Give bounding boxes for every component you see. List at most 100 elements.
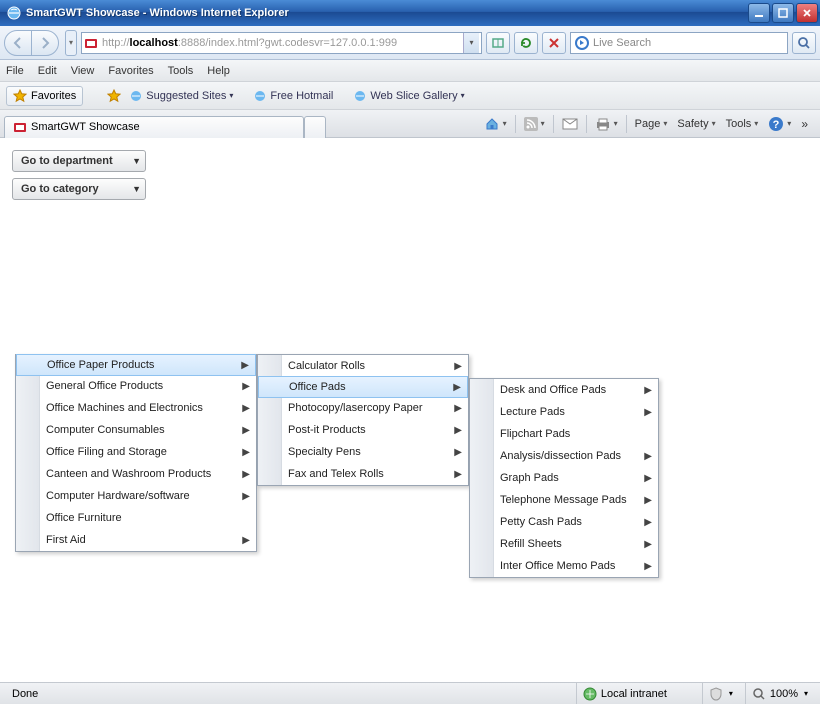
- menu-file[interactable]: File: [6, 65, 24, 77]
- print-button[interactable]: ▾: [591, 115, 622, 133]
- menu-item-label: Specialty Pens: [288, 446, 361, 458]
- search-box[interactable]: Live Search: [570, 32, 788, 54]
- compat-view-button[interactable]: [486, 32, 510, 54]
- page-menu[interactable]: Page▾: [631, 116, 672, 132]
- menu-item-pettycash-pads[interactable]: Petty Cash Pads▶: [470, 511, 658, 533]
- menu-item-memo-pads[interactable]: Inter Office Memo Pads▶: [470, 555, 658, 577]
- menu-item-office-machines[interactable]: Office Machines and Electronics▶: [16, 397, 256, 419]
- safety-menu[interactable]: Safety▾: [673, 116, 719, 132]
- menu-item-label: First Aid: [46, 534, 86, 546]
- rss-icon: [524, 117, 538, 131]
- ie-icon: [6, 5, 22, 21]
- category-menu: Office Paper Products ▶ General Office Pr…: [15, 354, 257, 552]
- url-host: localhost: [130, 37, 178, 49]
- menu-item-flipchart-pads[interactable]: Flipchart Pads: [470, 423, 658, 445]
- menu-view[interactable]: View: [71, 65, 95, 77]
- zoom-pane[interactable]: 100% ▾: [745, 683, 814, 704]
- menu-tools[interactable]: Tools: [168, 65, 194, 77]
- menu-item-label: Office Machines and Electronics: [46, 402, 203, 414]
- feeds-button[interactable]: ▾: [520, 115, 549, 133]
- menu-item-fax-rolls[interactable]: Fax and Telex Rolls▶: [258, 463, 468, 485]
- menu-item-furniture[interactable]: Office Furniture: [16, 507, 256, 529]
- menu-item-office-filing[interactable]: Office Filing and Storage▶: [16, 441, 256, 463]
- refresh-button[interactable]: [514, 32, 538, 54]
- web-slice-label: Web Slice Gallery: [370, 90, 457, 102]
- favorites-button[interactable]: Favorites: [6, 86, 83, 106]
- menu-item-label: Office Paper Products: [47, 359, 154, 371]
- menu-item-analysis-pads[interactable]: Analysis/dissection Pads▶: [470, 445, 658, 467]
- chevron-right-icon: ▶: [644, 451, 652, 462]
- menu-item-label: Graph Pads: [500, 472, 559, 484]
- menu-edit[interactable]: Edit: [38, 65, 57, 77]
- read-mail-button[interactable]: [558, 116, 582, 132]
- svg-text:?: ?: [773, 119, 780, 131]
- nav-history-dropdown[interactable]: ▾: [65, 30, 77, 56]
- status-text: Done: [12, 688, 38, 700]
- maximize-button[interactable]: [772, 3, 794, 23]
- chevron-right-icon: ▶: [454, 361, 462, 372]
- menu-item-hardware[interactable]: Computer Hardware/software▶: [16, 485, 256, 507]
- menu-item-photocopy[interactable]: Photocopy/lasercopy Paper▶: [258, 397, 468, 419]
- zone-label: Local intranet: [601, 688, 667, 700]
- back-button[interactable]: [4, 30, 32, 56]
- status-bar: Done Local intranet ▾ 100% ▾: [0, 682, 820, 704]
- suggested-sites-link[interactable]: Suggested Sites ▾: [129, 89, 233, 103]
- print-icon: [595, 117, 611, 131]
- web-slice-link[interactable]: Web Slice Gallery ▾: [353, 89, 464, 103]
- chevron-down-icon: ▼: [132, 156, 141, 166]
- menu-item-calculator-rolls[interactable]: Calculator Rolls▶: [258, 355, 468, 377]
- page-content: Go to department ▼ Go to category ▼ Offi…: [0, 138, 820, 700]
- category-label: Go to category: [21, 183, 99, 195]
- new-tab-button[interactable]: [304, 116, 326, 138]
- overflow-button[interactable]: »: [797, 117, 812, 131]
- menu-item-first-aid[interactable]: First Aid▶: [16, 529, 256, 551]
- add-favorite-icon[interactable]: [107, 89, 121, 103]
- menu-item-label: Computer Consumables: [46, 424, 165, 436]
- protected-mode-pane[interactable]: ▾: [702, 683, 739, 704]
- command-bar: ▾ ▾ ▾ Page▾ Safety▾ Tools▾ ?▾ »: [480, 114, 816, 134]
- home-button[interactable]: ▾: [480, 114, 511, 134]
- address-bar[interactable]: http://localhost:8888/index.html?gwt.cod…: [81, 32, 482, 54]
- menu-item-lecture-pads[interactable]: Lecture Pads▶: [470, 401, 658, 423]
- category-dropdown[interactable]: Go to category ▼: [12, 178, 146, 200]
- menu-item-refill-sheets[interactable]: Refill Sheets▶: [470, 533, 658, 555]
- minimize-button[interactable]: [748, 3, 770, 23]
- menu-item-label: Canteen and Washroom Products: [46, 468, 211, 480]
- chevron-right-icon: ▶: [242, 447, 250, 458]
- chevron-right-icon: ▶: [242, 425, 250, 436]
- forward-button[interactable]: [31, 30, 59, 56]
- chevron-down-icon: ▾: [229, 91, 233, 100]
- help-button[interactable]: ?▾: [764, 114, 795, 134]
- chevron-right-icon: ▶: [454, 447, 462, 458]
- menu-favorites[interactable]: Favorites: [108, 65, 153, 77]
- menu-item-office-paper[interactable]: Office Paper Products ▶: [16, 354, 256, 376]
- search-button[interactable]: [792, 32, 816, 54]
- chevron-right-icon: ▶: [454, 403, 462, 414]
- menu-bar: File Edit View Favorites Tools Help: [0, 60, 820, 82]
- url-protocol: http://: [102, 37, 130, 49]
- menu-item-canteen[interactable]: Canteen and Washroom Products▶: [16, 463, 256, 485]
- menu-item-desk-office-pads[interactable]: Desk and Office Pads▶: [470, 379, 658, 401]
- menu-item-label: Telephone Message Pads: [500, 494, 627, 506]
- address-dropdown[interactable]: ▾: [463, 33, 479, 53]
- free-hotmail-link[interactable]: Free Hotmail: [253, 89, 333, 103]
- menu-item-graph-pads[interactable]: Graph Pads▶: [470, 467, 658, 489]
- menu-item-telephone-pads[interactable]: Telephone Message Pads ▶: [470, 489, 658, 511]
- menu-item-office-pads[interactable]: Office Pads▶: [258, 376, 468, 398]
- chevron-right-icon: ▶: [644, 495, 652, 506]
- menu-item-general-office[interactable]: General Office Products▶: [16, 375, 256, 397]
- department-dropdown[interactable]: Go to department ▼: [12, 150, 146, 172]
- zone-pane[interactable]: Local intranet: [576, 683, 696, 704]
- close-button[interactable]: [796, 3, 818, 23]
- menu-item-computer-consumables[interactable]: Computer Consumables ▶: [16, 419, 256, 441]
- chevron-right-icon: ▶: [241, 360, 249, 371]
- url-rest: :8888/index.html?gwt.codesvr=127.0.0.1:9…: [178, 37, 397, 49]
- menu-item-label: Desk and Office Pads: [500, 384, 606, 396]
- tools-menu[interactable]: Tools▾: [722, 116, 763, 132]
- menu-item-label: Refill Sheets: [500, 538, 562, 550]
- tab-smartgwt[interactable]: SmartGWT Showcase: [4, 116, 304, 138]
- menu-item-specialty-pens[interactable]: Specialty Pens ▶: [258, 441, 468, 463]
- stop-button[interactable]: [542, 32, 566, 54]
- menu-help[interactable]: Help: [207, 65, 230, 77]
- menu-item-postit[interactable]: Post-it Products▶: [258, 419, 468, 441]
